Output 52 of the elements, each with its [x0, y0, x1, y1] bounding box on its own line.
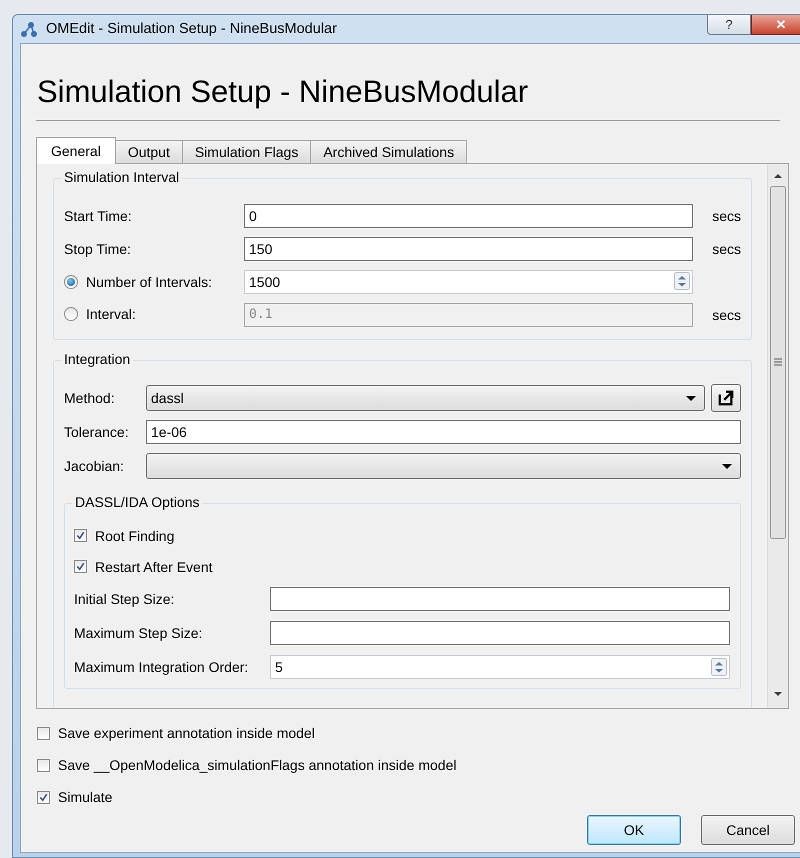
- checkbox[interactable]: Restart After Event: [74, 558, 212, 574]
- checkbox[interactable]: Save experiment annotation inside model: [37, 725, 315, 741]
- text-field[interactable]: 0: [244, 204, 693, 228]
- field-label: Initial Step Size:: [74, 591, 174, 607]
- app-icon: [20, 20, 38, 38]
- dialog-button[interactable]: Cancel: [701, 815, 795, 845]
- unit-label: secs: [712, 306, 741, 322]
- text-field[interactable]: [270, 587, 730, 611]
- group-title: DASSL/IDA Options: [72, 494, 203, 510]
- group-title: Simulation Interval: [61, 169, 182, 185]
- field-label: Maximum Step Size:: [74, 625, 202, 641]
- tick-box[interactable]: [74, 529, 87, 542]
- tab[interactable]: Archived Simulations: [310, 140, 468, 163]
- tab[interactable]: Simulation Flags: [182, 140, 312, 163]
- checkbox[interactable]: Save __OpenModelica_simulationFlags annotation inside model: [37, 757, 456, 773]
- field-label: Stop Time:: [64, 240, 131, 256]
- unit-label: secs: [712, 208, 741, 224]
- external-link-icon: [718, 389, 734, 407]
- checkbox[interactable]: Root Finding: [74, 528, 174, 544]
- spin-arrows-icon[interactable]: [711, 658, 727, 676]
- field-label: Method:: [64, 390, 115, 406]
- dialog-heading: Simulation Setup - NineBusModular: [37, 74, 530, 110]
- caret-icon: [686, 396, 696, 400]
- text-field[interactable]: 150: [244, 236, 693, 260]
- checkbox[interactable]: Simulate: [37, 789, 112, 805]
- unit-label: secs: [712, 240, 741, 256]
- checkmark-icon: [75, 530, 86, 541]
- help-button[interactable]: ?: [707, 15, 751, 35]
- open-external-button[interactable]: [711, 384, 741, 412]
- spin-box[interactable]: 5: [270, 655, 730, 679]
- caret-icon: [722, 464, 732, 468]
- radio-circle[interactable]: [64, 275, 78, 289]
- field-label: Jacobian:: [64, 458, 124, 474]
- group-title: Integration: [61, 351, 134, 367]
- dropdown[interactable]: [146, 453, 741, 479]
- checkmark-icon: [75, 561, 86, 572]
- field-label: Tolerance:: [64, 424, 129, 440]
- tab[interactable]: Output: [114, 140, 183, 163]
- tab[interactable]: General: [36, 137, 116, 164]
- tick-box[interactable]: [37, 790, 50, 804]
- radio-button[interactable]: Number of Intervals:: [64, 274, 212, 290]
- tick-box[interactable]: [74, 560, 87, 573]
- text-field[interactable]: [270, 621, 730, 645]
- spin-box[interactable]: 1500: [244, 270, 693, 294]
- spin-arrows-icon[interactable]: [674, 272, 690, 291]
- dropdown[interactable]: dassl: [146, 385, 705, 411]
- window-title: OMEdit - Simulation Setup - NineBusModular: [46, 21, 337, 37]
- field-label: Start Time:: [64, 208, 132, 224]
- text-field[interactable]: 1e-06: [146, 420, 741, 444]
- field-label: Maximum Integration Order:: [74, 659, 248, 675]
- dialog-button[interactable]: OK: [587, 815, 681, 845]
- checkmark-icon: [38, 792, 49, 802]
